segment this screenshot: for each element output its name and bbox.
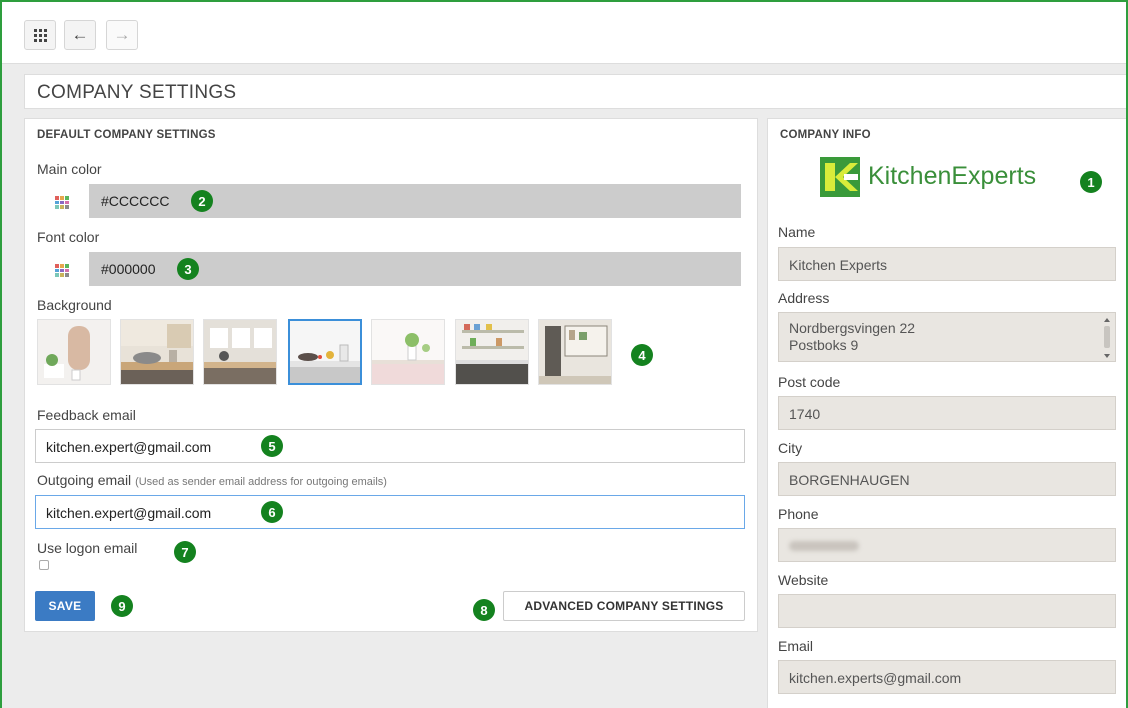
address-scrollbar[interactable] (1101, 315, 1113, 361)
blurred-phone-number (789, 541, 859, 551)
company-logo: KitchenExperts (820, 157, 1080, 197)
outgoing-email-hint: (Used as sender email address for outgoi… (135, 476, 387, 488)
arrow-right-icon: → (113, 25, 131, 44)
address-label: Address (778, 290, 830, 306)
save-button[interactable]: SAVE (35, 591, 95, 621)
outgoing-email-value: kitchen.expert@gmail.com (46, 505, 212, 521)
annotation-badge-1: 1 (1080, 171, 1102, 193)
address-field[interactable]: Nordbergsvingen 22 Postboks 9 (778, 312, 1116, 362)
phone-field (778, 528, 1116, 562)
post-code-label: Post code (778, 374, 841, 390)
use-logon-email-label: Use logon email (37, 540, 138, 556)
main-color-value: #CCCCCC (101, 193, 170, 209)
background-thumb-7[interactable] (538, 319, 612, 385)
annotation-badge-2: 2 (191, 190, 213, 212)
post-code-field: 1740 (778, 396, 1116, 430)
outgoing-email-label: Outgoing email (Used as sender email add… (37, 472, 387, 488)
background-thumb-6[interactable] (455, 319, 529, 385)
page-title: COMPANY SETTINGS (37, 82, 237, 103)
background-thumb-3[interactable] (203, 319, 277, 385)
email-field: kitchen.experts@gmail.com (778, 660, 1116, 694)
background-thumb-2[interactable] (120, 319, 194, 385)
city-field: BORGENHAUGEN (778, 462, 1116, 496)
main-color-input[interactable]: #CCCCCC (89, 184, 741, 218)
top-toolbar: ← → (2, 2, 1126, 64)
website-label: Website (778, 572, 829, 588)
name-field: Kitchen Experts (778, 247, 1116, 281)
city-value: BORGENHAUGEN (789, 472, 910, 488)
address-line-2: Postboks 9 (789, 337, 859, 353)
annotation-badge-5: 5 (261, 435, 283, 457)
background-thumb-5[interactable] (371, 319, 445, 385)
outgoing-email-input[interactable]: kitchen.expert@gmail.com (35, 495, 745, 529)
apps-menu-button[interactable] (24, 20, 56, 50)
post-code-value: 1740 (789, 406, 821, 422)
main-color-label: Main color (37, 161, 102, 177)
city-label: City (778, 440, 803, 456)
font-color-label: Font color (37, 229, 100, 245)
kitchen-experts-logo-icon (820, 157, 860, 197)
panel-title: COMPANY INFO (780, 129, 871, 141)
annotation-badge-8: 8 (473, 599, 495, 621)
name-value: Kitchen Experts (789, 257, 888, 273)
color-palette-icon[interactable] (55, 196, 69, 209)
background-thumb-1[interactable] (37, 319, 111, 385)
annotation-badge-3: 3 (177, 258, 199, 280)
back-button[interactable]: ← (64, 20, 96, 50)
logo-text: KitchenExperts (868, 162, 1037, 190)
background-label: Background (37, 297, 112, 313)
email-label: Email (778, 638, 814, 654)
address-line-1: Nordbergsvingen 22 (789, 320, 916, 336)
website-field (778, 594, 1116, 628)
feedback-email-label: Feedback email (37, 407, 136, 423)
arrow-left-icon: ← (71, 25, 89, 44)
feedback-email-value: kitchen.expert@gmail.com (46, 439, 212, 455)
grid-icon (33, 28, 47, 42)
outgoing-email-label-text: Outgoing email (37, 472, 132, 488)
color-palette-icon[interactable] (55, 264, 69, 277)
email-value: kitchen.experts@gmail.com (789, 670, 962, 686)
name-label: Name (778, 224, 816, 240)
use-logon-email-checkbox[interactable] (39, 560, 49, 570)
panel-title: DEFAULT COMPANY SETTINGS (37, 129, 216, 141)
advanced-company-settings-button[interactable]: ADVANCED COMPANY SETTINGS (503, 591, 745, 621)
feedback-email-input[interactable]: kitchen.expert@gmail.com (35, 429, 745, 463)
phone-label: Phone (778, 506, 819, 522)
annotation-badge-4: 4 (631, 344, 653, 366)
background-thumb-4-selected[interactable] (288, 319, 362, 385)
forward-button[interactable]: → (106, 20, 138, 50)
annotation-badge-9: 9 (111, 595, 133, 617)
annotation-badge-7: 7 (174, 541, 196, 563)
font-color-value: #000000 (101, 261, 156, 277)
app-frame: ← → COMPANY SETTINGS DEFAULT COMPANY SET… (0, 0, 1128, 708)
page-header: COMPANY SETTINGS (24, 74, 1126, 109)
company-info-panel: COMPANY INFO KitchenExperts 1 Name Kitch… (767, 118, 1126, 708)
annotation-badge-6: 6 (261, 501, 283, 523)
